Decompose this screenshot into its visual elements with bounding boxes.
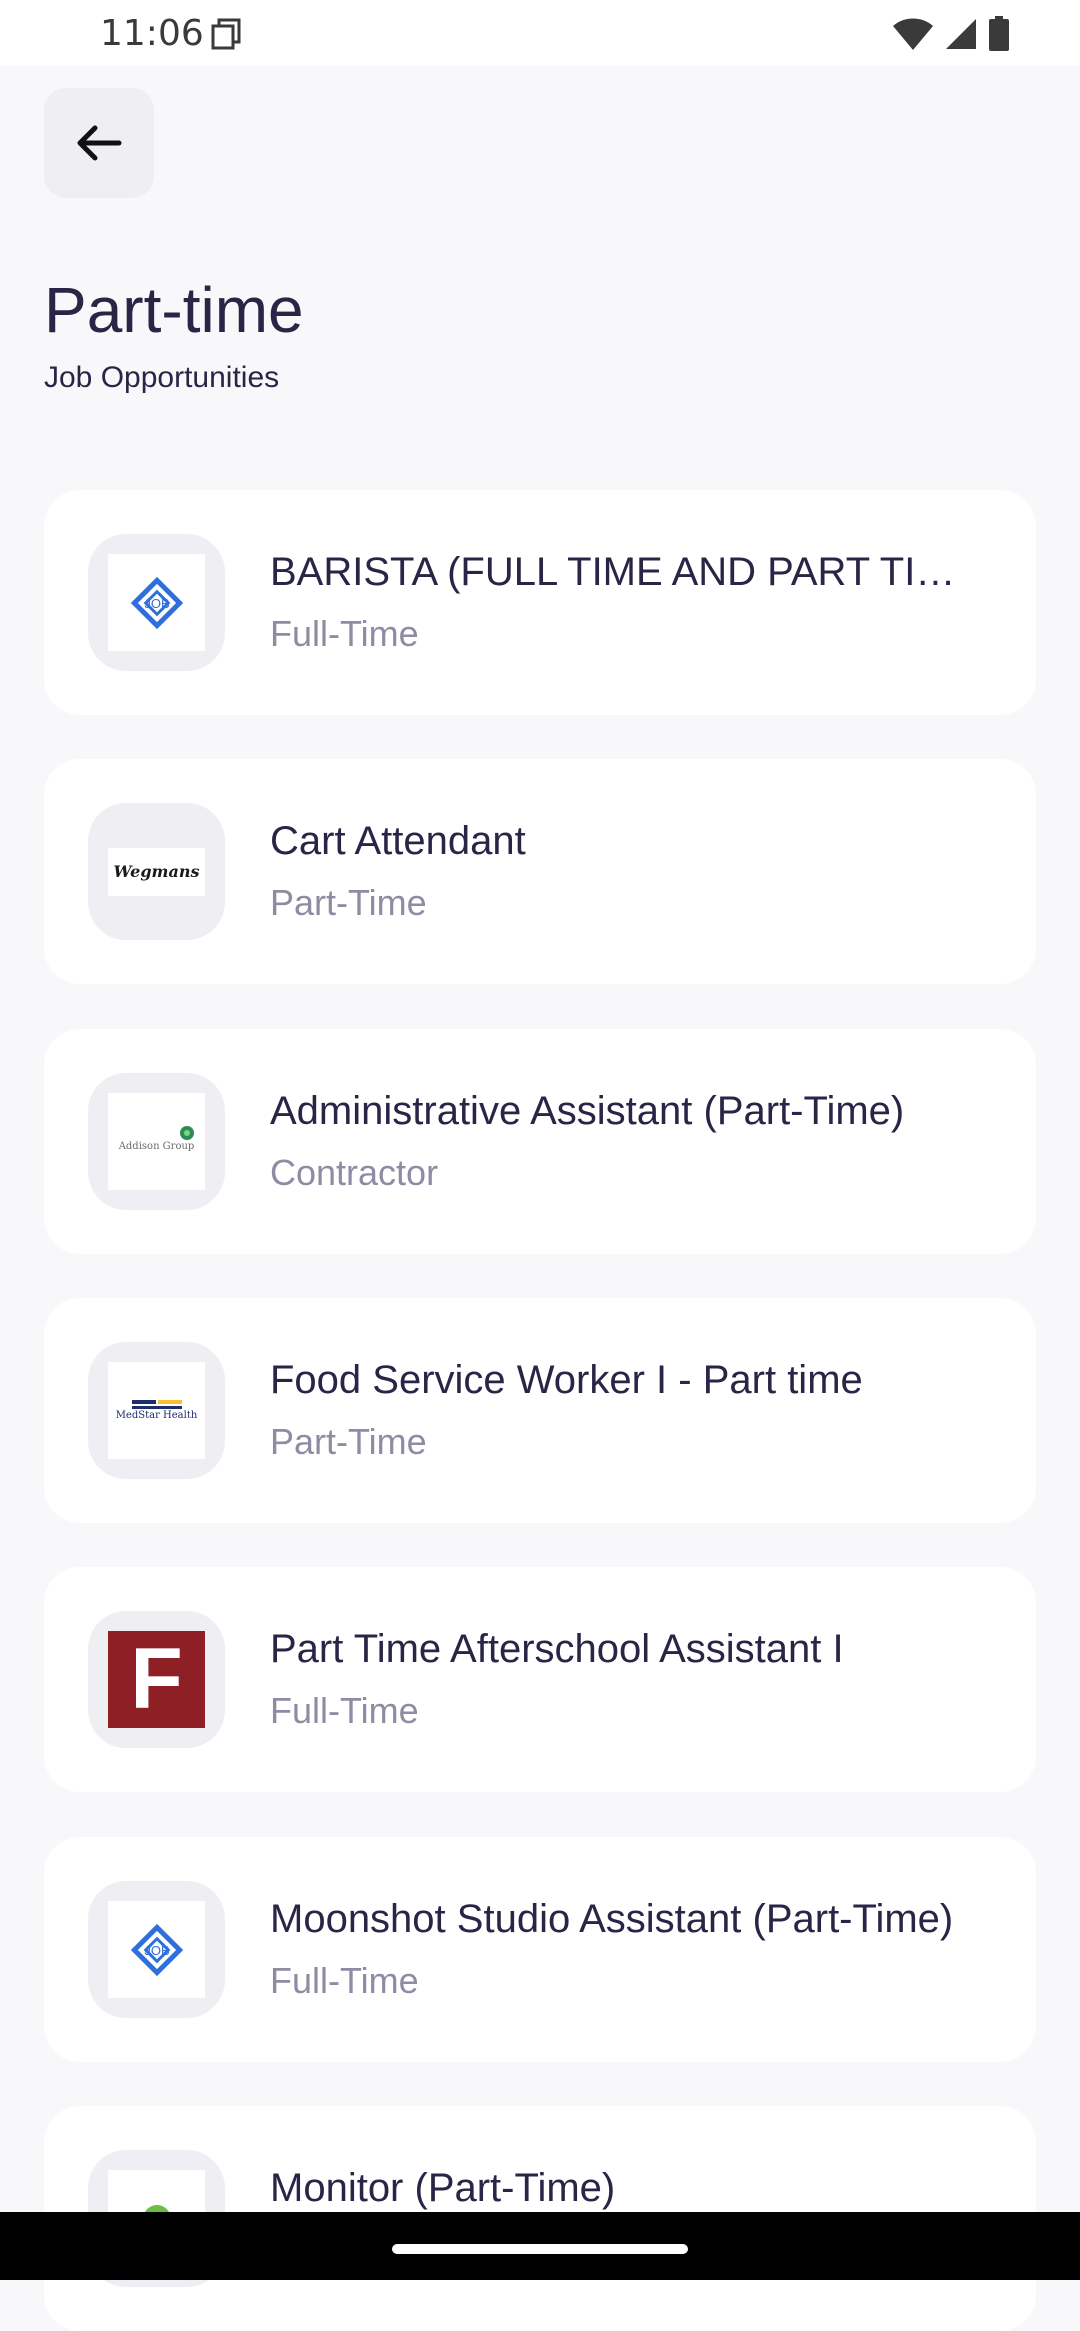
addison-group-logo-tile: Addison Group [88,1073,225,1210]
job-type: Part-Time [270,1421,427,1462]
status-bar: 11:06 [0,0,1080,66]
wifi-icon [893,18,933,50]
wegmans-logo-tile: Wegmans [88,803,225,940]
job-logo-tile: JOB [88,1881,225,2018]
cell-signal-icon [946,19,976,49]
wegmans-logo: Wegmans [113,862,200,881]
job-type: Contractor [270,1152,439,1193]
svg-text:JOB: JOB [144,1943,169,1958]
page-title: Part-time [44,274,304,346]
job-logo-icon: JOB [130,576,183,629]
back-button[interactable] [44,88,154,198]
battery-icon [989,16,1009,51]
svg-text:JOB: JOB [144,596,169,611]
medstar-health-logo-tile: MedStar Health [88,1342,225,1479]
job-type: Full-Time [270,1690,419,1731]
copy-icon [211,18,241,50]
job-logo-icon: JOB [130,1923,183,1976]
f-logo: F [130,1631,183,1727]
job-title: Cart Attendant [270,819,526,863]
job-title: Part Time Afterschool Assistant I [270,1627,844,1671]
status-time: 11:06 [100,13,204,54]
job-title: Administrative Assistant (Part-Time) [270,1089,905,1133]
medstar-stripes-icon [131,1400,182,1409]
f-logo-tile: F [88,1611,225,1748]
job-title: BARISTA (FULL TIME AND PART TIME) [270,550,970,594]
medstar-health-logo: MedStar Health [115,1410,198,1421]
page-subtitle: Job Opportunities [44,361,280,394]
job-card[interactable]: Wegmans Cart Attendant Part-Time [44,759,1036,984]
flower-icon [180,1126,194,1140]
home-gesture-handle[interactable] [392,2244,688,2254]
job-title: Monitor (Part-Time) [270,2166,616,2210]
status-icons [892,16,1010,52]
job-card[interactable]: MedStar Health Food Service Worker I - P… [44,1298,1036,1523]
job-card[interactable]: F Part Time Afterschool Assistant I Full… [44,1567,1036,1792]
job-title: Moonshot Studio Assistant (Part-Time) [270,1897,954,1941]
job-type: Full-Time [270,1960,419,2001]
job-logo-tile: JOB [88,534,225,671]
job-type: Part-Time [270,882,427,923]
job-card[interactable]: JOB BARISTA (FULL TIME AND PART TIME) Fu… [44,490,1036,715]
arrow-left-icon [77,125,122,161]
job-card[interactable]: Addison Group Administrative Assistant (… [44,1029,1036,1254]
job-type: Full-Time [270,613,419,654]
job-title: Food Service Worker I - Part time [270,1358,863,1402]
job-card[interactable]: JOB Moonshot Studio Assistant (Part-Time… [44,1837,1036,2062]
